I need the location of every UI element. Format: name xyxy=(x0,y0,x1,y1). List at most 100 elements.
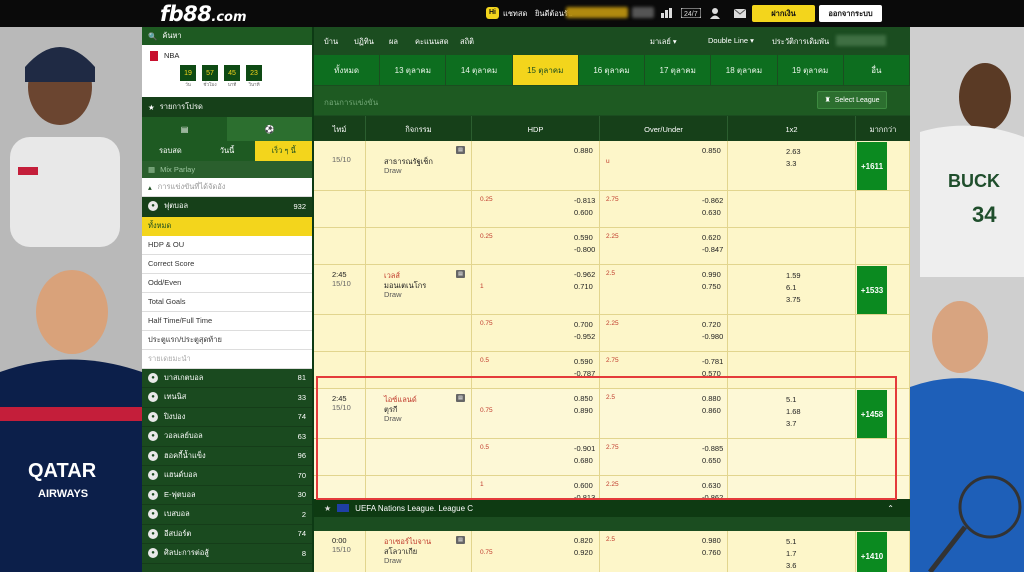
highlight-box xyxy=(316,376,897,500)
table-cell xyxy=(366,315,472,351)
tab-date[interactable]: 19 ตุลาคม xyxy=(777,55,844,85)
odds-1x2[interactable]: 2.63 xyxy=(786,147,801,156)
stats-icon[interactable]: ▤ xyxy=(456,146,465,154)
sidebar-item-sport[interactable]: ● E-ฟุตบอล 30 xyxy=(142,486,312,505)
tab-live[interactable]: รอบสด xyxy=(142,141,199,161)
odds-1x2[interactable]: 1.7 xyxy=(786,549,796,558)
odds-1x2[interactable]: 6.1 xyxy=(786,283,796,292)
ou-odds-under[interactable]: -0.847 xyxy=(702,245,723,254)
odds-1x2[interactable]: 3.3 xyxy=(786,159,796,168)
ou-odds-over[interactable]: 0.980 xyxy=(702,536,721,545)
odds-1x2[interactable]: 3.75 xyxy=(786,295,801,304)
hdp-odds-home[interactable]: 0.590 xyxy=(574,233,593,242)
ou-odds-over[interactable]: 0.990 xyxy=(702,270,721,279)
nav-stats[interactable]: สถิติ xyxy=(460,36,474,48)
logout-button[interactable]: ออกจากระบบ xyxy=(819,5,882,22)
market-total-goals[interactable]: Total Goals xyxy=(142,292,312,312)
ou-odds-over[interactable]: 0.850 xyxy=(702,146,721,155)
sidebar-item-football[interactable]: ● ฟุตบอล 932 xyxy=(142,197,312,217)
sidebar-item-sport[interactable]: ● ฮอคกี้น้ำแข็ง 96 xyxy=(142,447,312,466)
tab-date[interactable]: 18 ตุลาคม xyxy=(711,55,778,85)
bet-history-link[interactable]: ประวัติการเดิมพัน xyxy=(772,36,829,48)
tab-today[interactable]: วันนี้ xyxy=(199,141,256,161)
mail-icon[interactable] xyxy=(733,6,746,20)
ou-odds-over[interactable]: 0.720 xyxy=(702,320,721,329)
stats-icon[interactable]: ▤ xyxy=(456,270,465,278)
odds-1x2[interactable]: 5.1 xyxy=(786,537,796,546)
league-header[interactable]: ★ UEFA Nations League. League C ⌃ xyxy=(314,499,910,517)
soccer-view-icon[interactable]: ⚽ xyxy=(227,117,312,141)
ou-odds-over[interactable]: 0.620 xyxy=(702,233,721,242)
hdp-odds-home[interactable]: 0.700 xyxy=(574,320,593,329)
tab-date[interactable]: 16 ตุลาคม xyxy=(578,55,646,85)
market-hdp-ou[interactable]: HDP & OU xyxy=(142,235,312,255)
ou-odds-over[interactable]: -0.862 xyxy=(702,196,723,205)
tab-date[interactable]: อื่น xyxy=(843,55,910,85)
hdp-odds-away[interactable]: 0.710 xyxy=(574,282,593,291)
sidebar-item-sport[interactable]: ● เทนนิส 33 xyxy=(142,388,312,408)
ou-odds-under[interactable]: u xyxy=(606,158,610,165)
collapse-icon[interactable]: ⌃ xyxy=(887,504,894,513)
sidebar-item-sport[interactable]: ● อีสปอร์ต 74 xyxy=(142,525,312,544)
more-markets-button[interactable]: +1410 xyxy=(857,532,887,572)
nav-home[interactable]: บ้าน xyxy=(324,36,338,48)
tab-date[interactable]: 13 ตุลาคม xyxy=(380,55,447,85)
select-league-button[interactable]: ♜ Select League xyxy=(817,91,887,109)
sidebar-item-sport[interactable]: ● ศิลปะการต่อสู้ 8 xyxy=(142,544,312,564)
stats-icon[interactable] xyxy=(660,6,674,20)
ou-odds-under[interactable]: -0.980 xyxy=(702,332,723,341)
market-htft[interactable]: Half Time/Full Time xyxy=(142,311,312,331)
hdp-odds-home[interactable]: -0.962 xyxy=(574,270,595,279)
line-type-dropdown[interactable]: Double Line ▾ xyxy=(708,36,754,45)
tab-date[interactable]: 17 ตุลาคม xyxy=(645,55,712,85)
nav-results[interactable]: ผล xyxy=(389,36,398,48)
tab-upcoming[interactable]: เร็ว ๆ นี้ xyxy=(255,141,313,161)
tab-date[interactable]: 15 ตุลาคม xyxy=(512,55,579,85)
mix-parlay[interactable]: ▦ Mix Parlay xyxy=(142,161,312,178)
chat-label[interactable]: แชทสด xyxy=(503,8,527,20)
odds-1x2[interactable]: 3.6 xyxy=(786,561,796,570)
tab-date[interactable]: 14 ตุลาคม xyxy=(446,55,513,85)
odds-1x2[interactable]: 1.59 xyxy=(786,271,801,280)
sidebar-item-sport[interactable]: ● วอลเลย์บอล 63 xyxy=(142,427,312,447)
hdp-odds-home[interactable]: 0.880 xyxy=(574,146,593,155)
more-markets-button[interactable]: +1611 xyxy=(857,142,887,190)
hdp-odds-home[interactable]: 0.590 xyxy=(574,357,593,366)
odds-type-dropdown[interactable]: มาเลย์ ▾ xyxy=(650,36,677,48)
list-view-icon[interactable]: ▤ xyxy=(142,117,227,141)
hdp-odds-away[interactable]: 0.600 xyxy=(574,208,593,217)
sidebar-item-sport[interactable]: ● แฮนด์บอล 70 xyxy=(142,466,312,486)
market-correct-score[interactable]: Correct Score xyxy=(142,254,312,274)
hdp-odds-away[interactable]: 0.920 xyxy=(574,548,593,557)
stats-icon[interactable]: ▤ xyxy=(456,536,465,544)
hdp-odds-home[interactable]: -0.813 xyxy=(574,196,595,205)
nav-livescore[interactable]: คะแนนสด xyxy=(415,36,449,48)
promo-icon[interactable]: 24/7 xyxy=(680,6,702,20)
deposit-button[interactable]: ฝากเงิน xyxy=(752,5,815,22)
more-markets-button[interactable]: +1533 xyxy=(857,266,887,314)
tab-date[interactable]: ทั้งหมด xyxy=(314,55,381,85)
ou-odds-under[interactable]: 0.630 xyxy=(702,208,721,217)
market-all[interactable]: ทั้งหมด xyxy=(142,216,312,236)
favorites-header[interactable]: ★ รายการโปรด xyxy=(142,97,312,117)
match-search-input[interactable]: ▴ การแข่งขันที่ได้จัดอัง xyxy=(142,178,312,197)
market-first-last-goal[interactable]: ประตูแรก/ประตูสุดท้าย xyxy=(142,330,312,350)
sidebar-item-sport[interactable]: ● บาสเกตบอล 81 xyxy=(142,369,312,388)
search-header[interactable]: 🔍 ค้นหา xyxy=(142,27,312,45)
sidebar-item-sport[interactable]: ● เบสบอล 2 xyxy=(142,505,312,525)
hdp-odds-away[interactable]: -0.800 xyxy=(574,245,595,254)
hdp-odds-away[interactable]: -0.952 xyxy=(574,332,595,341)
nav-calendar[interactable]: ปฏิทิน xyxy=(354,36,374,48)
sidebar-item-sport[interactable]: ● ปิงปอง 74 xyxy=(142,408,312,427)
star-icon[interactable]: ★ xyxy=(324,504,331,513)
market-outright[interactable]: รายเดยมะนำ xyxy=(142,349,312,369)
user-icon[interactable] xyxy=(709,6,721,20)
ou-odds-under[interactable]: 0.750 xyxy=(702,282,721,291)
fb88-logo[interactable]: fb88 .com xyxy=(160,2,247,26)
ou-odds-over[interactable]: -0.781 xyxy=(702,357,723,366)
market-odd-even[interactable]: Odd/Even xyxy=(142,273,312,293)
chat-icon[interactable]: Hi xyxy=(486,6,499,20)
col-1x2: 1x2 xyxy=(728,116,856,143)
ou-odds-under[interactable]: 0.760 xyxy=(702,548,721,557)
hdp-odds-home[interactable]: 0.820 xyxy=(574,536,593,545)
